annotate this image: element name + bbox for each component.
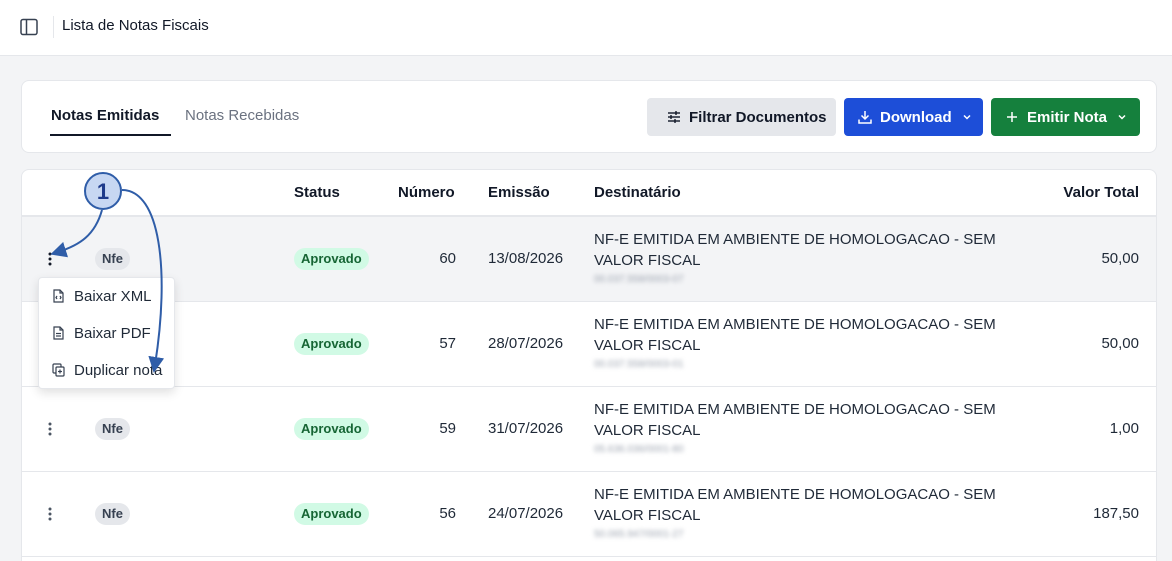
cell-destinatario: NF-E EMITIDA EM AMBIENTE DE HOMOLOGACAO … [594, 486, 996, 524]
document-type-badge: Nfe [95, 418, 130, 440]
plus-icon [1007, 112, 1017, 122]
cell-document-id: 00.037.558/0003-07 [594, 274, 684, 285]
cell-destinatario: NF-E EMITIDA EM AMBIENTE DE HOMOLOGACAO … [594, 401, 996, 439]
row-actions-menu: Baixar XML Baixar PDF Duplicar nota [38, 277, 175, 389]
cell-emissao: 31/07/2026 [488, 420, 564, 437]
invoices-table: Status Número Emissão Destinatário Valor… [21, 169, 1157, 561]
header-destinatario[interactable]: Destinatário [594, 184, 681, 201]
file-xml-icon [53, 289, 64, 303]
document-type-badge: Nfe [95, 248, 130, 270]
more-vertical-icon[interactable] [44, 250, 56, 268]
cell-valor-total: 1,00 [1109, 420, 1139, 437]
cell-destinatario: NF-E EMITIDA EM AMBIENTE DE HOMOLOGACAO … [594, 231, 996, 269]
menu-item-label: Baixar PDF [74, 324, 151, 342]
more-vertical-icon[interactable] [44, 505, 56, 523]
header-numero[interactable]: Número [398, 184, 455, 201]
header-valor-total[interactable]: Valor Total [1063, 184, 1139, 201]
top-bar: Lista de Notas Fiscais [0, 0, 1172, 56]
status-badge: Aprovado [294, 333, 369, 355]
header-emissao[interactable]: Emissão [488, 184, 550, 201]
download-button[interactable]: Download [844, 98, 983, 136]
status-badge: Aprovado [294, 248, 369, 270]
filter-documents-button[interactable]: Filtrar Documentos [647, 98, 836, 136]
download-icon [858, 111, 872, 124]
duplicate-icon [52, 363, 65, 377]
table-header: Status Número Emissão Destinatário Valor… [22, 170, 1156, 217]
menu-item-duplicar-nota[interactable]: Duplicar nota [39, 352, 174, 388]
sidebar-toggle-icon[interactable] [19, 17, 39, 37]
chevron-down-icon [963, 114, 971, 120]
menu-item-label: Baixar XML [74, 287, 152, 305]
cell-valor-total: 50,00 [1101, 335, 1139, 352]
menu-item-baixar-xml[interactable]: Baixar XML [39, 278, 174, 314]
cell-destinatario: NF-E EMITIDA EM AMBIENTE DE HOMOLOGACAO … [594, 316, 996, 354]
filter-documents-label: Filtrar Documentos [689, 108, 827, 126]
menu-item-label: Duplicar nota [74, 361, 163, 379]
tabs-toolbar-card: Notas Emitidas Notas Recebidas Filtrar D… [21, 80, 1157, 153]
tab-notas-emitidas[interactable]: Notas Emitidas [49, 107, 172, 136]
cell-valor-total: 187,50 [1093, 505, 1139, 522]
emit-note-label: Emitir Nota [1027, 108, 1108, 126]
table-row[interactable]: Nfe Aprovado 60 13/08/2026 NF-E EMITIDA … [22, 217, 1156, 302]
tab-notas-recebidas[interactable]: Notas Recebidas [185, 107, 299, 124]
cell-document-id: 00.037.558/0003-01 [594, 359, 684, 370]
sliders-icon [668, 111, 680, 123]
menu-item-baixar-pdf[interactable]: Baixar PDF [39, 315, 174, 351]
file-pdf-icon [53, 326, 64, 340]
more-vertical-icon[interactable] [44, 420, 56, 438]
cell-document-id: 50.065.947/0001-27 [594, 529, 684, 540]
cell-valor-total: 50,00 [1101, 250, 1139, 267]
cell-numero: 59 [439, 420, 456, 437]
cell-numero: 57 [439, 335, 456, 352]
document-type-badge: Nfe [95, 503, 130, 525]
cell-numero: 56 [439, 505, 456, 522]
cell-document-id: 05.636.036/0001-80 [594, 444, 684, 455]
cell-emissao: 28/07/2026 [488, 335, 564, 352]
cell-numero: 60 [439, 250, 456, 267]
status-badge: Aprovado [294, 418, 369, 440]
cell-emissao: 13/08/2026 [488, 250, 564, 267]
table-row[interactable]: Nfe Aprovado 59 31/07/2026 NF-E EMITIDA … [22, 387, 1156, 472]
status-badge: Aprovado [294, 503, 369, 525]
header-divider [53, 16, 54, 38]
download-label: Download [880, 108, 952, 126]
cell-emissao: 24/07/2026 [488, 505, 564, 522]
table-row[interactable]: Nfe Aprovado 56 24/07/2026 NF-E EMITIDA … [22, 472, 1156, 557]
emit-note-button[interactable]: Emitir Nota [991, 98, 1140, 136]
table-row[interactable]: Aprovado 57 28/07/2026 NF-E EMITIDA EM A… [22, 302, 1156, 387]
header-status[interactable]: Status [294, 184, 340, 201]
page-title: Lista de Notas Fiscais [62, 17, 209, 34]
chevron-down-icon [1118, 114, 1126, 120]
